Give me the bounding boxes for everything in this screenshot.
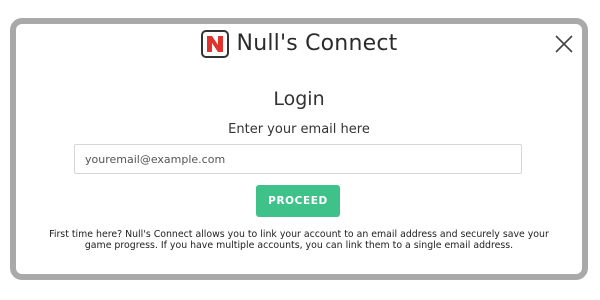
close-button[interactable]	[554, 34, 574, 54]
login-title: Login	[273, 88, 325, 110]
login-dialog: Null's Connect Login Enter your email he…	[16, 24, 582, 274]
brand-name: Null's Connect	[236, 31, 398, 56]
info-text: First time here? Null's Connect allows y…	[49, 229, 549, 251]
close-icon	[555, 35, 573, 53]
email-field[interactable]	[74, 144, 522, 174]
email-instruction: Enter your email here	[228, 122, 370, 137]
brand-header: Null's Connect	[16, 30, 582, 58]
proceed-button[interactable]: PROCEED	[256, 185, 340, 217]
null-n-logo-icon	[200, 30, 229, 58]
